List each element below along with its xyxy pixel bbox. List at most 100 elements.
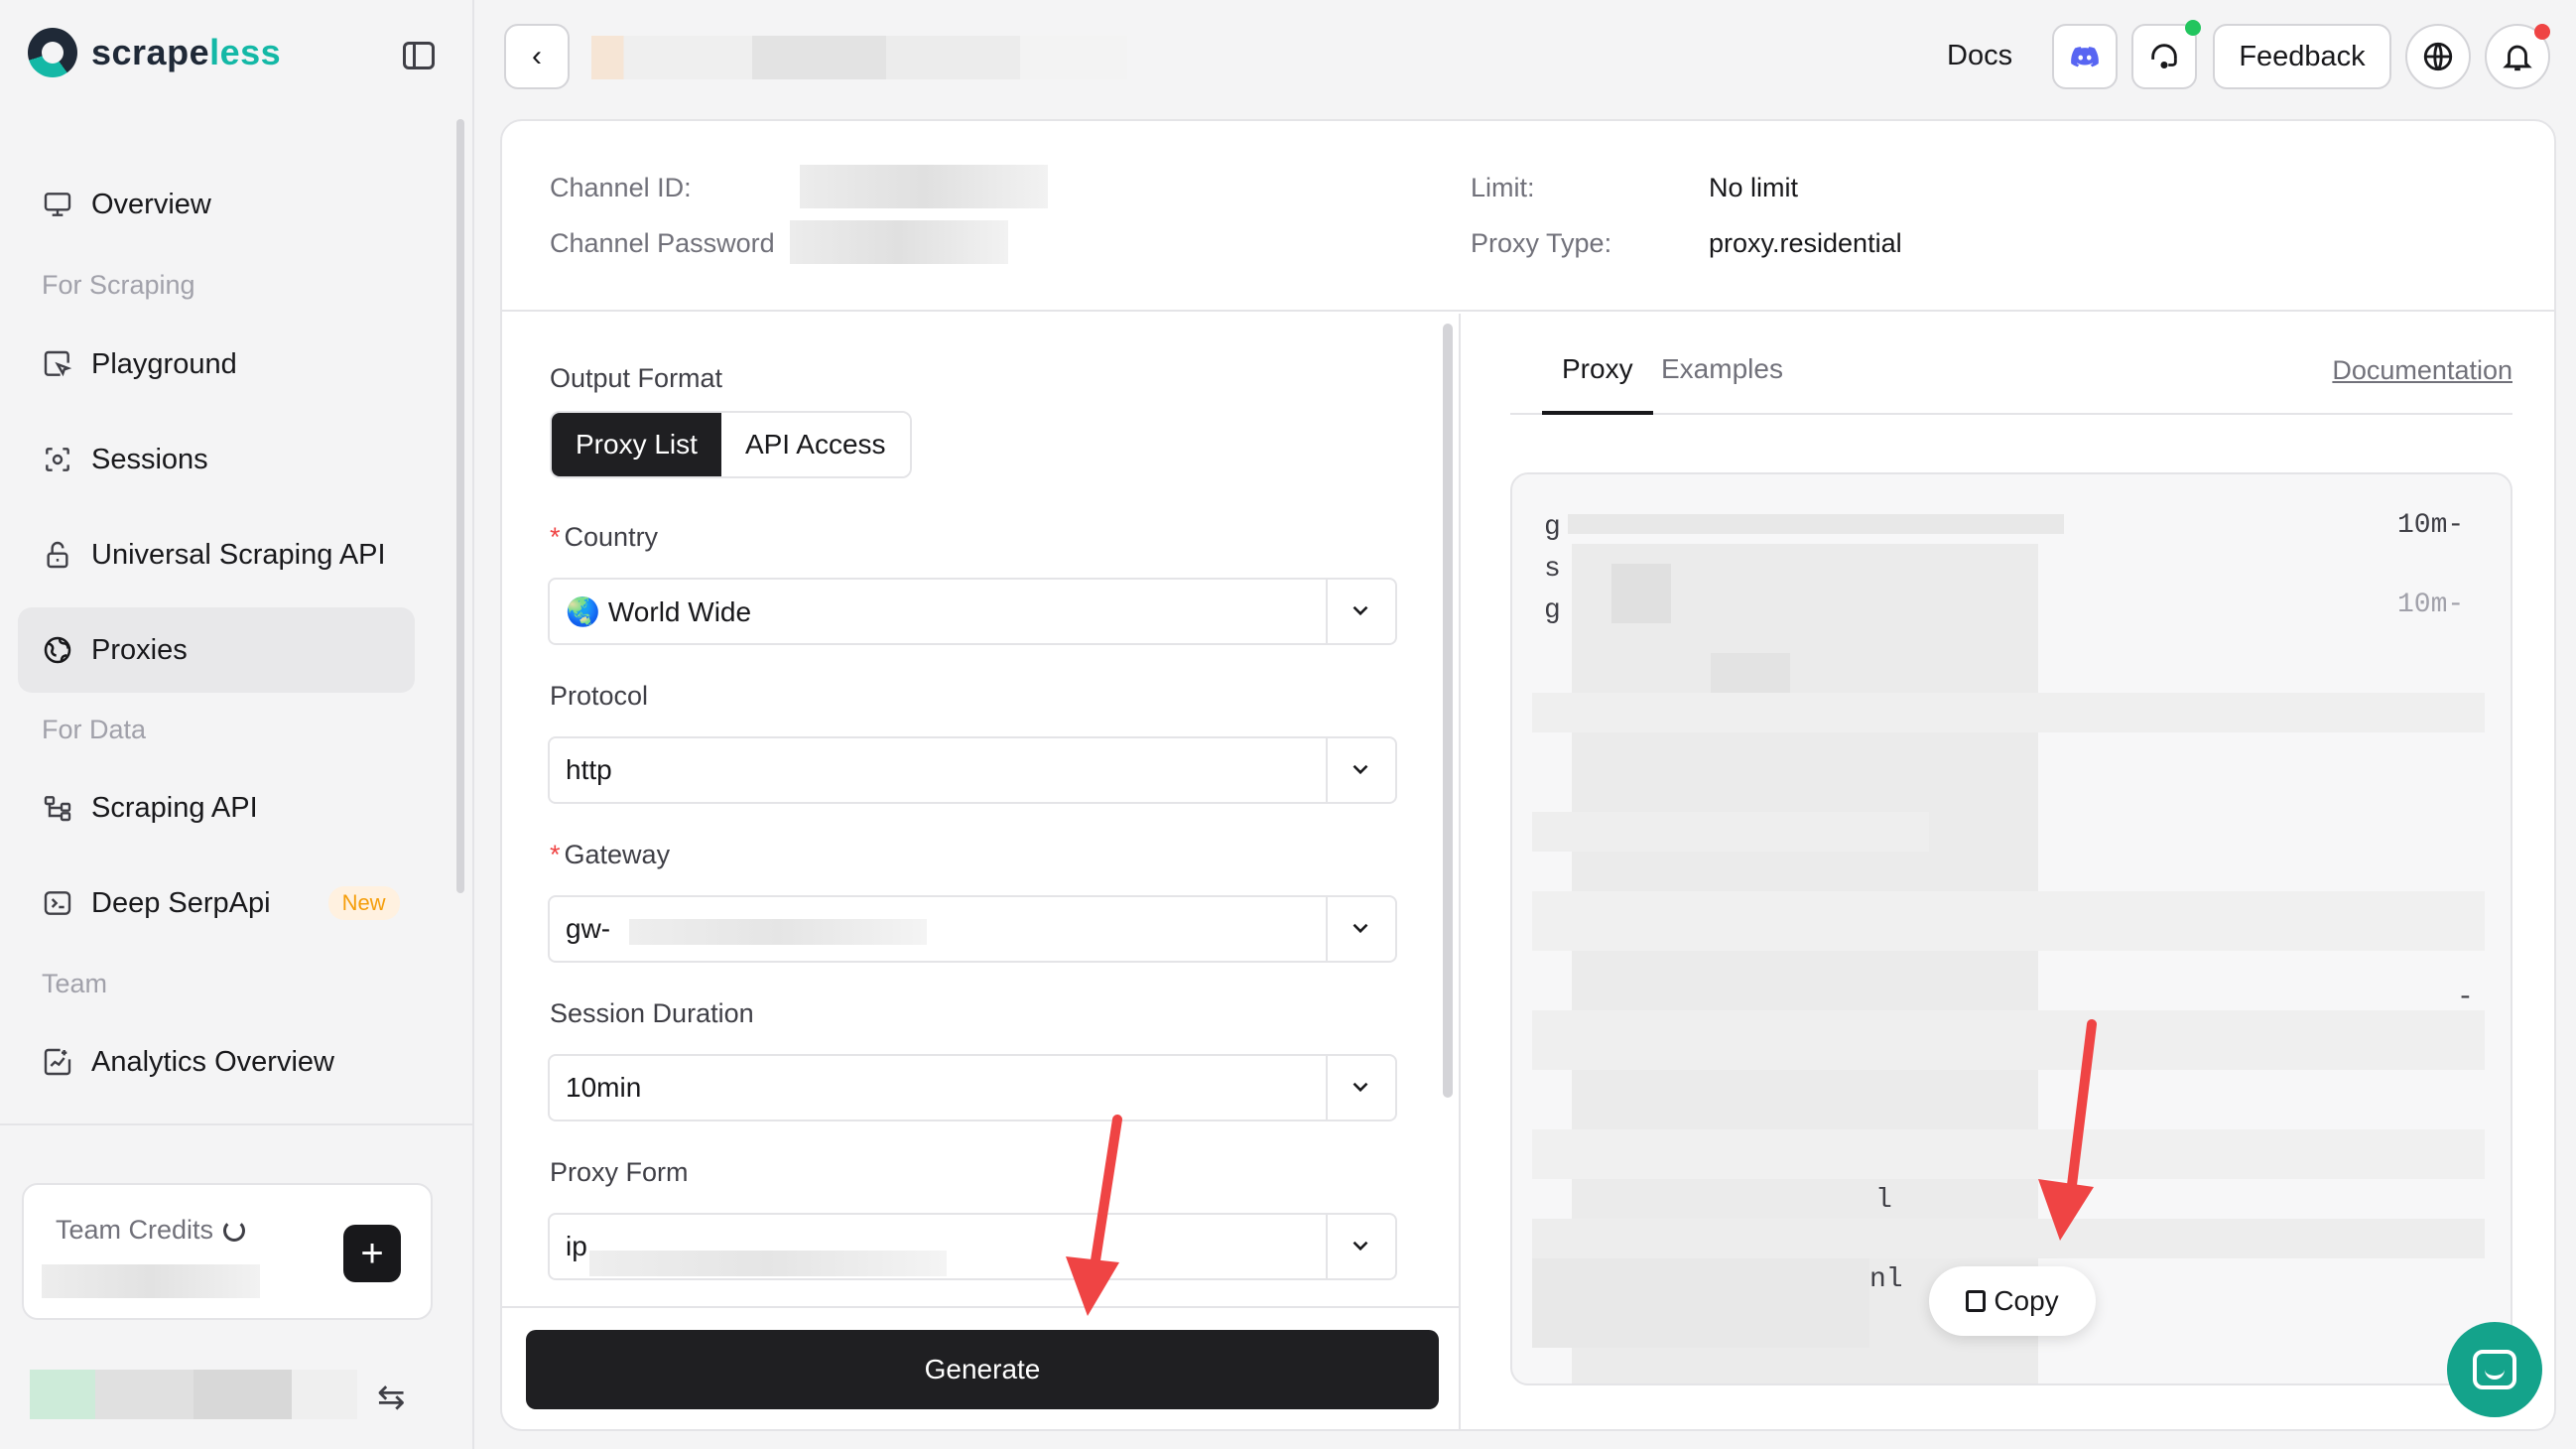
sidebar-item-label: Playground — [91, 347, 237, 380]
limit-label: Limit: — [1471, 173, 1535, 202]
section-for-scraping: For Scraping — [42, 270, 195, 300]
channel-info: Channel ID: Channel Password Limit: No l… — [502, 121, 2554, 312]
api-access-option[interactable]: API Access — [720, 413, 910, 476]
output-fragment: g — [1544, 595, 1561, 626]
new-badge: New — [327, 886, 400, 920]
chevron-down-icon — [1352, 1082, 1368, 1093]
discord-icon — [2071, 47, 2099, 67]
output-fragment: s — [1544, 554, 1561, 585]
sidebar-divider — [0, 1123, 472, 1125]
sidebar-item-label: Overview — [91, 188, 211, 220]
output-fragment: l — [1875, 1185, 1892, 1216]
generate-button[interactable]: Generate — [526, 1330, 1439, 1409]
chevron-down-icon — [1352, 605, 1368, 616]
session-duration-select[interactable]: 10min — [548, 1054, 1397, 1121]
protocol-select[interactable]: http — [548, 736, 1397, 804]
sidebar-item-label: Universal Scraping API — [91, 538, 386, 571]
sidebar-item-label: Sessions — [91, 443, 208, 475]
notification-dot — [2534, 24, 2550, 40]
analytics-icon — [42, 1046, 73, 1078]
proxy-form-redacted — [589, 1251, 947, 1276]
output-fragment: 10m- — [2397, 590, 2465, 620]
team-credits-card: Team Credits + — [22, 1183, 433, 1320]
switch-icon[interactable]: ⇆ — [377, 1378, 406, 1417]
tab-proxy[interactable]: Proxy — [1542, 353, 1653, 415]
feedback-button[interactable]: Feedback — [2213, 24, 2391, 89]
brand-name: scrapeless — [91, 32, 282, 72]
globe-flag-icon: 🌏 — [566, 596, 600, 627]
proxy-output[interactable]: g s g 10m- 10m- - l nl Copy — [1510, 472, 2512, 1385]
sessions-icon — [42, 444, 73, 475]
proxy-config-card: Channel ID: Channel Password Limit: No l… — [500, 119, 2556, 1431]
output-format-toggle: Proxy List API Access — [550, 411, 912, 478]
sidebar-item-scraping-api[interactable]: Scraping API — [18, 765, 415, 851]
annotation-arrow-generate — [1066, 1115, 1122, 1316]
chat-icon — [2473, 1350, 2516, 1389]
back-button[interactable]: ‹ — [504, 24, 570, 89]
online-status-dot — [2185, 20, 2201, 36]
sidebar-item-overview[interactable]: Overview — [18, 162, 415, 247]
notifications-button[interactable] — [2485, 24, 2550, 89]
proxy-form-select[interactable]: ip — [548, 1213, 1397, 1280]
sidebar-item-sessions[interactable]: Sessions — [18, 417, 415, 502]
tab-examples[interactable]: Examples — [1641, 353, 1803, 415]
form-scrollbar[interactable] — [1443, 324, 1453, 1098]
proxy-type-value: proxy.residential — [1709, 228, 1902, 258]
proxy-form-label: Proxy Form — [550, 1157, 689, 1187]
copy-icon — [1966, 1290, 1987, 1312]
headset-icon — [2151, 44, 2177, 69]
sidebar: scrapeless Overview For Scraping Playgro… — [0, 0, 474, 1449]
sidebar-item-label: Analytics Overview — [91, 1045, 334, 1078]
credits-value-redacted — [42, 1264, 260, 1298]
gateway-select[interactable]: gw- — [548, 895, 1397, 963]
output-format-label: Output Format — [550, 363, 723, 393]
limit-value: No limit — [1709, 173, 1799, 202]
monitor-icon — [42, 189, 73, 220]
channel-password-redacted — [790, 220, 1008, 264]
brand-logo[interactable]: scrapeless — [28, 28, 281, 77]
sidebar-item-deep-serpapi[interactable]: Deep SerpApi New — [18, 860, 415, 946]
discord-button[interactable] — [2052, 24, 2118, 89]
sidebar-item-universal-scraping-api[interactable]: Universal Scraping API — [18, 512, 415, 597]
gateway-redacted — [629, 919, 927, 945]
user-name-redacted — [30, 1370, 357, 1419]
add-credits-button[interactable]: + — [343, 1225, 401, 1282]
sidebar-item-label: Scraping API — [91, 791, 258, 824]
output-fragment: g — [1544, 512, 1561, 543]
sidebar-item-proxies[interactable]: Proxies — [18, 607, 415, 693]
sidebar-scrollbar[interactable] — [456, 119, 464, 893]
user-switcher[interactable]: ⇆ — [0, 1360, 474, 1429]
gateway-label: * Gateway — [550, 840, 671, 869]
proxy-list-option[interactable]: Proxy List — [552, 413, 721, 476]
copy-button[interactable]: Copy — [1929, 1266, 2096, 1336]
sidebar-toggle-icon[interactable] — [403, 42, 435, 69]
logo-icon — [28, 28, 77, 77]
sidebar-item-label: Proxies — [91, 633, 188, 666]
refresh-icon[interactable] — [223, 1219, 246, 1242]
lock-icon — [42, 539, 73, 571]
channel-id-label: Channel ID: — [550, 173, 692, 202]
output-fragment: - — [2457, 983, 2474, 1013]
chat-support-button[interactable] — [2447, 1322, 2542, 1417]
chevron-down-icon — [1352, 1241, 1368, 1251]
annotation-arrow-copy — [2038, 1019, 2097, 1241]
documentation-link[interactable]: Documentation — [2332, 355, 2512, 386]
language-button[interactable] — [2405, 24, 2471, 89]
output-fragment: 10m- — [2397, 510, 2465, 541]
footer-divider — [502, 1306, 1459, 1308]
support-button[interactable] — [2131, 20, 2201, 89]
country-label: * Country — [550, 522, 659, 552]
output-fragment: nl — [1869, 1264, 1903, 1295]
sidebar-item-analytics-overview[interactable]: Analytics Overview — [18, 1019, 415, 1105]
protocol-label: Protocol — [550, 681, 649, 711]
session-duration-label: Session Duration — [550, 998, 754, 1028]
output-panel: Proxy Examples Documentation g s g 10m- … — [1463, 314, 2554, 1429]
proxy-form: Output Format Proxy List API Access * Cou… — [502, 314, 1461, 1429]
country-select[interactable]: 🌏 World Wide — [548, 578, 1397, 645]
section-for-data: For Data — [42, 715, 147, 744]
section-team: Team — [42, 969, 108, 998]
docs-link[interactable]: Docs — [1947, 40, 2012, 72]
sidebar-item-label: Deep SerpApi — [91, 886, 271, 919]
sidebar-item-playground[interactable]: Playground — [18, 322, 415, 407]
globe-icon — [42, 634, 73, 666]
